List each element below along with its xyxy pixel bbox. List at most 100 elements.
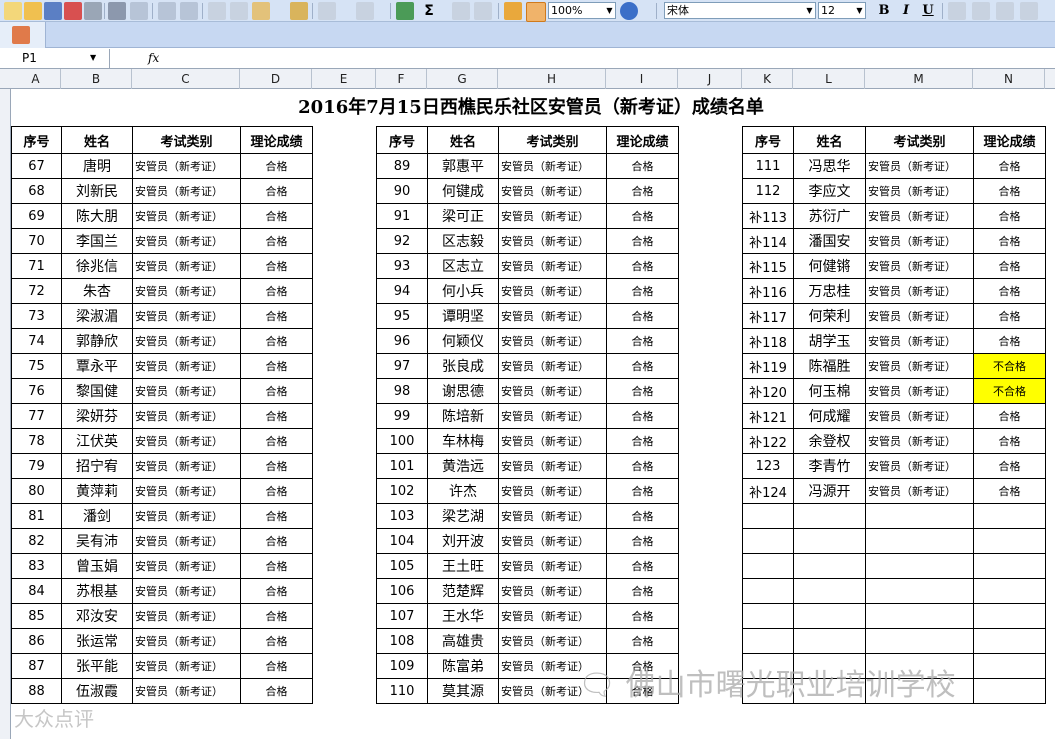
category-cell[interactable]: 安管员（新考证） — [498, 353, 607, 379]
empty-cell[interactable] — [742, 528, 794, 554]
print-icon[interactable] — [108, 2, 126, 20]
empty-cell[interactable] — [793, 628, 866, 654]
score-cell[interactable]: 合格 — [240, 628, 313, 654]
seq-cell[interactable]: 112 — [742, 178, 794, 204]
category-cell[interactable]: 安管员（新考证） — [498, 378, 607, 404]
category-cell[interactable]: 安管员（新考证） — [498, 303, 607, 329]
name-cell[interactable]: 何小兵 — [427, 278, 499, 304]
hyperlink-icon[interactable] — [396, 2, 414, 20]
category-cell[interactable]: 安管员（新考证） — [865, 228, 974, 254]
category-cell[interactable]: 安管员（新考证） — [498, 603, 607, 629]
column-header-b[interactable]: B — [61, 69, 132, 89]
seq-cell[interactable]: 94 — [376, 278, 428, 304]
name-cell[interactable]: 王水华 — [427, 603, 499, 629]
print-preview-icon[interactable] — [130, 2, 148, 20]
category-cell[interactable]: 安管员（新考证） — [865, 253, 974, 279]
name-cell[interactable]: 陈大朋 — [61, 203, 133, 229]
empty-cell[interactable] — [742, 503, 794, 529]
score-cell[interactable]: 合格 — [973, 228, 1046, 254]
seq-cell[interactable]: 90 — [376, 178, 428, 204]
score-cell[interactable]: 合格 — [240, 303, 313, 329]
seq-cell[interactable]: 111 — [742, 153, 794, 179]
format-painter-icon[interactable] — [290, 2, 308, 20]
seq-cell[interactable]: 补119 — [742, 353, 794, 379]
fx-icon[interactable]: fx — [148, 49, 168, 68]
column-header-a[interactable]: A — [11, 69, 61, 89]
category-cell[interactable]: 安管员（新考证） — [132, 178, 241, 204]
seq-cell[interactable]: 103 — [376, 503, 428, 529]
category-cell[interactable]: 安管员（新考证） — [132, 453, 241, 479]
empty-cell[interactable] — [793, 603, 866, 629]
seq-cell[interactable]: 68 — [11, 178, 62, 204]
score-cell[interactable]: 合格 — [240, 328, 313, 354]
seq-cell[interactable]: 74 — [11, 328, 62, 354]
category-cell[interactable]: 安管员（新考证） — [498, 228, 607, 254]
score-cell[interactable]: 合格 — [606, 378, 679, 404]
empty-cell[interactable] — [973, 603, 1046, 629]
seq-cell[interactable]: 104 — [376, 528, 428, 554]
category-cell[interactable]: 安管员（新考证） — [865, 378, 974, 404]
name-cell[interactable]: 朱杏 — [61, 278, 133, 304]
name-cell[interactable]: 江伏英 — [61, 428, 133, 454]
name-cell[interactable]: 郭惠平 — [427, 153, 499, 179]
name-cell[interactable]: 张平能 — [61, 653, 133, 679]
score-cell[interactable]: 合格 — [606, 628, 679, 654]
autosum-icon[interactable]: Σ — [420, 2, 438, 20]
category-cell[interactable]: 安管员（新考证） — [132, 253, 241, 279]
name-cell[interactable]: 招宁宥 — [61, 453, 133, 479]
column-header-h[interactable]: H — [498, 69, 606, 89]
name-cell[interactable]: 何健锵 — [793, 253, 866, 279]
score-cell[interactable]: 合格 — [606, 528, 679, 554]
name-cell[interactable]: 曾玉娟 — [61, 553, 133, 579]
name-cell[interactable]: 冯思华 — [793, 153, 866, 179]
seq-cell[interactable]: 83 — [11, 553, 62, 579]
score-cell[interactable]: 合格 — [606, 603, 679, 629]
seq-cell[interactable]: 99 — [376, 403, 428, 429]
score-cell[interactable]: 合格 — [606, 503, 679, 529]
italic-button[interactable]: I — [896, 2, 916, 20]
align-right-icon[interactable] — [996, 2, 1014, 20]
seq-cell[interactable]: 80 — [11, 478, 62, 504]
category-cell[interactable]: 安管员（新考证） — [498, 453, 607, 479]
header-cell[interactable]: 姓名 — [427, 126, 499, 154]
score-cell[interactable]: 合格 — [240, 253, 313, 279]
score-cell[interactable]: 合格 — [606, 228, 679, 254]
category-cell[interactable]: 安管员（新考证） — [865, 453, 974, 479]
seq-cell[interactable]: 101 — [376, 453, 428, 479]
seq-cell[interactable]: 72 — [11, 278, 62, 304]
score-cell[interactable]: 合格 — [240, 478, 313, 504]
seq-cell[interactable]: 补121 — [742, 403, 794, 429]
category-cell[interactable]: 安管员（新考证） — [498, 178, 607, 204]
seq-cell[interactable]: 补114 — [742, 228, 794, 254]
header-cell[interactable]: 序号 — [742, 126, 794, 154]
empty-cell[interactable] — [973, 503, 1046, 529]
new-icon[interactable] — [4, 2, 22, 20]
category-cell[interactable]: 安管员（新考证） — [498, 403, 607, 429]
category-cell[interactable]: 安管员（新考证） — [498, 428, 607, 454]
name-cell[interactable]: 范楚辉 — [427, 578, 499, 604]
empty-cell[interactable] — [865, 503, 974, 529]
seq-cell[interactable]: 79 — [11, 453, 62, 479]
score-cell[interactable]: 合格 — [240, 428, 313, 454]
column-header-l[interactable]: L — [793, 69, 865, 89]
name-cell[interactable]: 伍淑霞 — [61, 678, 133, 704]
font-name-select[interactable]: 宋体 ▼ — [664, 2, 816, 19]
empty-cell[interactable] — [865, 553, 974, 579]
name-cell[interactable]: 李青竹 — [793, 453, 866, 479]
sort-descending-icon[interactable] — [474, 2, 492, 20]
empty-cell[interactable] — [793, 528, 866, 554]
bold-button[interactable]: B — [874, 2, 894, 20]
drawing-icon[interactable] — [526, 2, 546, 22]
score-cell[interactable]: 不合格 — [973, 378, 1046, 404]
seq-cell[interactable]: 84 — [11, 578, 62, 604]
column-header-c[interactable]: C — [132, 69, 240, 89]
name-cell[interactable]: 谢思德 — [427, 378, 499, 404]
category-cell[interactable]: 安管员（新考证） — [132, 228, 241, 254]
category-cell[interactable]: 安管员（新考证） — [132, 678, 241, 704]
name-cell[interactable]: 张运常 — [61, 628, 133, 654]
score-cell[interactable]: 合格 — [240, 578, 313, 604]
chevron-down-icon[interactable]: ▼ — [90, 53, 100, 65]
name-cell[interactable]: 潘国安 — [793, 228, 866, 254]
score-cell[interactable]: 合格 — [240, 178, 313, 204]
category-cell[interactable]: 安管员（新考证） — [865, 278, 974, 304]
